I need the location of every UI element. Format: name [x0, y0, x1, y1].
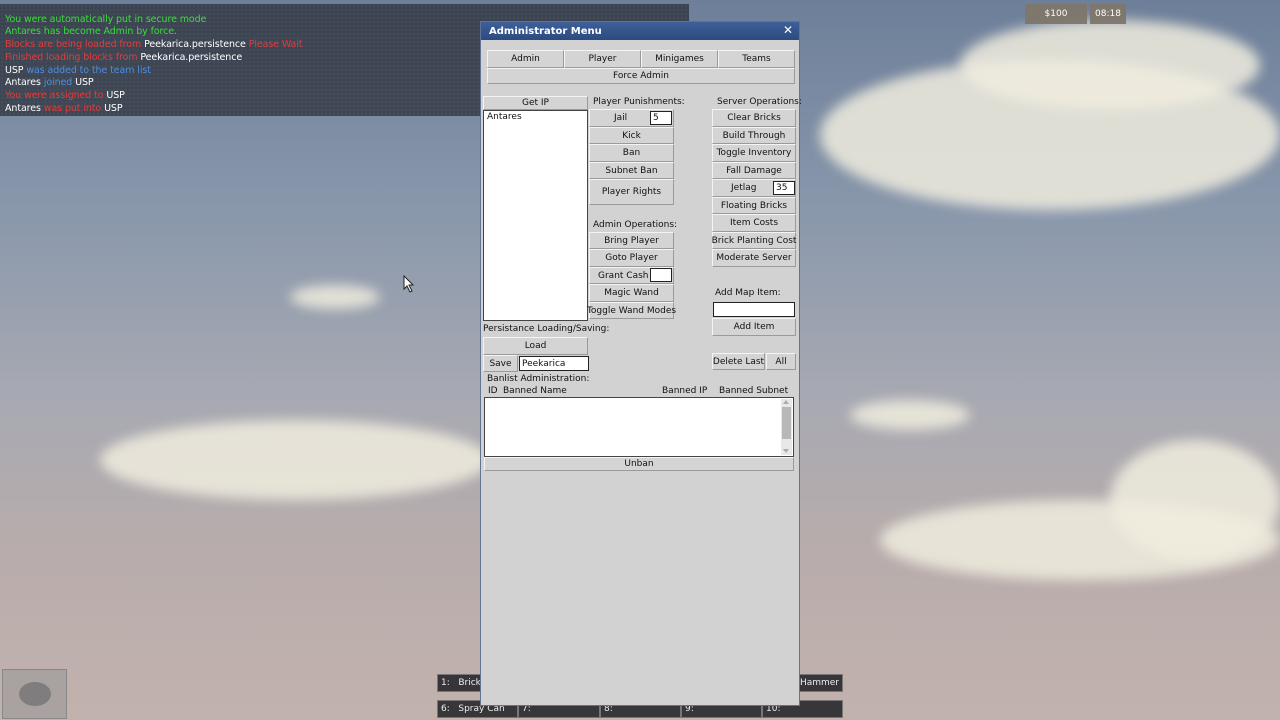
- get-ip-button[interactable]: Get IP: [483, 96, 588, 110]
- server-operations-heading: Server Operations:: [717, 97, 802, 107]
- window-titlebar[interactable]: Administrator Menu: [481, 22, 799, 40]
- magic-wand-button[interactable]: Magic Wand: [589, 284, 674, 302]
- chat-line: You were automatically put in secure mod…: [5, 14, 207, 25]
- grant-cash-input[interactable]: [650, 268, 672, 282]
- kick-button[interactable]: Kick: [589, 127, 674, 144]
- tab-minigames[interactable]: Minigames: [641, 50, 718, 68]
- brick-planting-cost-button[interactable]: Brick Planting Cost: [712, 232, 796, 249]
- hotbar-slot-1[interactable]: 1: Brick: [437, 674, 485, 692]
- cloud: [960, 20, 1260, 110]
- toggle-wand-modes-button[interactable]: Toggle Wand Modes: [587, 302, 676, 319]
- banlist-col-id[interactable]: ID: [488, 386, 498, 396]
- scroll-up-icon[interactable]: [783, 400, 789, 404]
- scroll-thumb[interactable]: [782, 407, 791, 439]
- floating-bricks-button[interactable]: Floating Bricks: [712, 197, 796, 214]
- item-costs-button[interactable]: Item Costs: [712, 214, 796, 232]
- hotbar-slot-5[interactable]: Hammer: [796, 674, 843, 692]
- fall-damage-button[interactable]: Fall Damage: [712, 162, 796, 179]
- chat-line: Blocks are being loaded from Peekarica.p…: [5, 39, 303, 50]
- chat-line: USP was added to the team list: [5, 65, 151, 76]
- cloud: [1110, 440, 1280, 560]
- close-icon[interactable]: ✕: [783, 23, 793, 37]
- minimap: [2, 669, 67, 719]
- save-name-input[interactable]: Peekarica: [519, 356, 589, 371]
- banlist-col-subnet[interactable]: Banned Subnet: [719, 386, 788, 396]
- save-button[interactable]: Save: [483, 355, 518, 372]
- jetlag-input[interactable]: 35: [773, 181, 795, 195]
- subnet-ban-button[interactable]: Subnet Ban: [589, 162, 674, 179]
- cloud: [100, 420, 490, 500]
- scroll-down-icon[interactable]: [783, 449, 789, 453]
- clear-bricks-button[interactable]: Clear Bricks: [712, 109, 796, 127]
- tab-teams[interactable]: Teams: [718, 50, 795, 68]
- map-item-input[interactable]: [713, 302, 795, 317]
- tab-player[interactable]: Player: [564, 50, 641, 68]
- cash-display: $100: [1025, 4, 1087, 24]
- chat-line: Finished loading blocks from Peekarica.p…: [5, 52, 243, 63]
- goto-player-button[interactable]: Goto Player: [589, 249, 674, 267]
- chat-line: You were assigned to USP: [5, 90, 125, 101]
- administrator-menu-window: Administrator Menu ✕ Admin Player Miniga…: [480, 21, 802, 706]
- cloud: [850, 400, 970, 430]
- moderate-server-button[interactable]: Moderate Server: [712, 249, 796, 267]
- chat-line: Antares was put into USP: [5, 103, 123, 114]
- player-punishments-heading: Player Punishments:: [593, 97, 685, 107]
- tab-admin[interactable]: Admin: [487, 50, 564, 68]
- toggle-inventory-button[interactable]: Toggle Inventory: [712, 144, 796, 162]
- ban-button[interactable]: Ban: [589, 144, 674, 162]
- unban-button[interactable]: Unban: [484, 457, 794, 471]
- delete-all-button[interactable]: All: [766, 353, 796, 370]
- window-title: Administrator Menu: [489, 25, 602, 37]
- chat-line: Antares joined USP: [5, 77, 94, 88]
- chat-line: Antares has become Admin by force.: [5, 26, 177, 37]
- clock-display: 08:18: [1090, 4, 1126, 24]
- bring-player-button[interactable]: Bring Player: [589, 232, 674, 249]
- jail-duration-input[interactable]: 5: [650, 111, 672, 125]
- banlist-scrollbar[interactable]: [781, 399, 792, 455]
- build-through-button[interactable]: Build Through: [712, 127, 796, 144]
- banlist-table[interactable]: [484, 397, 794, 457]
- add-map-item-heading: Add Map Item:: [715, 288, 781, 298]
- admin-operations-heading: Admin Operations:: [593, 220, 678, 230]
- player-list[interactable]: Antares: [483, 110, 588, 321]
- persistence-heading: Persistance Loading/Saving:: [483, 324, 610, 334]
- player-rights-button[interactable]: Player Rights: [589, 179, 674, 205]
- mouse-cursor-icon: [403, 275, 415, 293]
- banlist-col-ip[interactable]: Banned IP: [662, 386, 707, 396]
- minimap-blob: [19, 682, 51, 706]
- list-item[interactable]: Antares: [484, 111, 587, 123]
- banlist-heading: Banlist Administration:: [487, 374, 590, 384]
- delete-last-button[interactable]: Delete Last: [712, 353, 765, 370]
- banlist-col-name[interactable]: Banned Name: [503, 386, 567, 396]
- force-admin-button[interactable]: Force Admin: [487, 68, 795, 84]
- load-button[interactable]: Load: [483, 337, 588, 355]
- cloud: [290, 285, 380, 309]
- add-item-button[interactable]: Add Item: [712, 318, 796, 336]
